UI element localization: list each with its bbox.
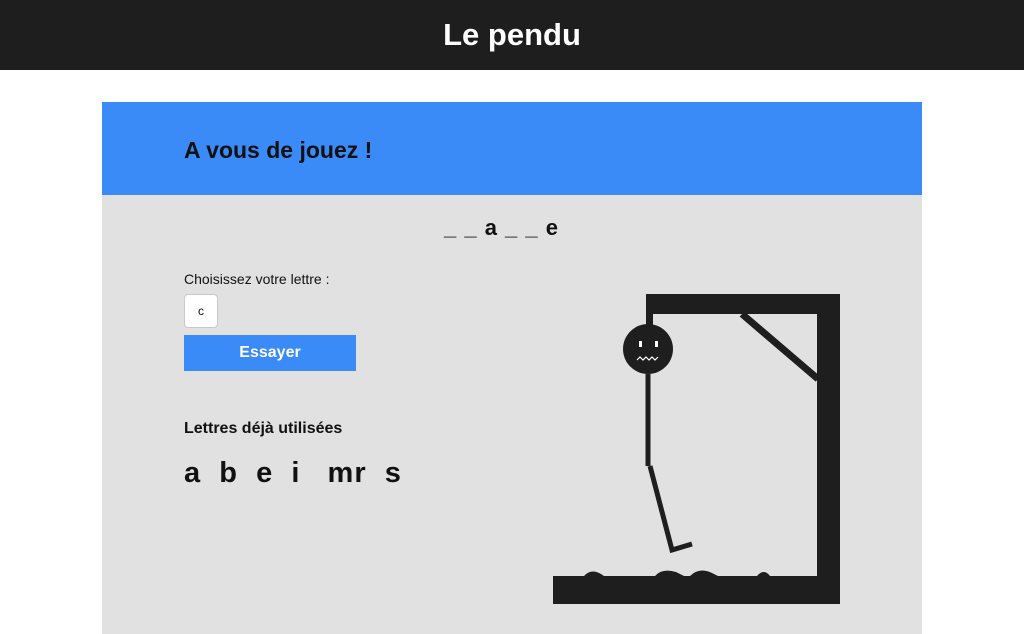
- figure-head: [623, 324, 673, 374]
- gallows: [553, 294, 840, 604]
- figure-leg: [647, 465, 693, 554]
- hanged-figure: [623, 324, 693, 554]
- gallows-post: [817, 294, 840, 604]
- gallows-brace: [739, 311, 821, 382]
- top-header-bar: Le pendu: [0, 0, 1024, 70]
- page-title: Le pendu: [443, 17, 581, 52]
- figure-eye-left: [639, 341, 642, 347]
- game-panel: A vous de jouez ! _ _ a _ _ e Choisissez…: [102, 102, 922, 634]
- gallows-base: [553, 576, 840, 604]
- ground-debris: [584, 570, 770, 576]
- hangman-drawing-icon: [553, 294, 840, 604]
- figure-eye-right: [655, 341, 658, 347]
- gallows-beam: [646, 294, 840, 314]
